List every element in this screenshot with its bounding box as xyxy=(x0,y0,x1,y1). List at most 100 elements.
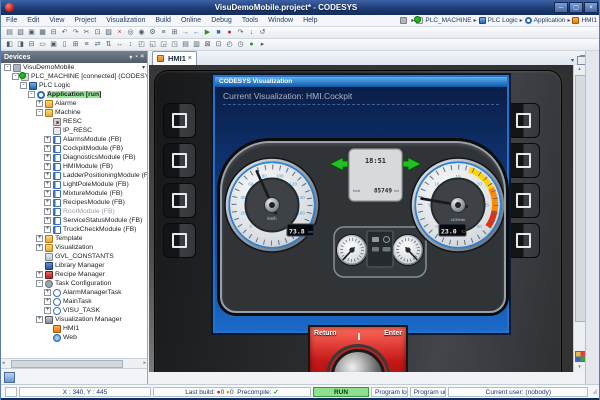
bezel-button-l1[interactable] xyxy=(163,103,196,138)
build-icon[interactable]: ⊞ xyxy=(169,28,180,38)
tree-item[interactable]: + VISU_TASK xyxy=(1,306,147,315)
list-icon[interactable]: ≡ xyxy=(81,40,92,50)
timer2-icon[interactable]: ◷ xyxy=(235,40,246,50)
scroll-right-icon[interactable]: ▸ xyxy=(143,360,146,367)
expander-icon[interactable]: + xyxy=(44,217,51,224)
expander-icon[interactable]: + xyxy=(36,316,43,323)
login-icon[interactable]: → xyxy=(180,28,191,38)
redo-icon[interactable]: ↷ xyxy=(70,28,81,38)
close-all-icon[interactable]: ⊠ xyxy=(202,40,213,50)
menu-item[interactable]: Window xyxy=(263,17,298,24)
expander-icon[interactable]: - xyxy=(12,73,19,80)
cut-icon[interactable]: ✂ xyxy=(81,28,92,38)
tree-item[interactable]: HMI1 xyxy=(1,324,147,333)
tree-item[interactable]: - Task Configuration xyxy=(1,279,147,288)
bezel-button-r3[interactable] xyxy=(507,183,540,218)
align-tl-icon[interactable]: ◰ xyxy=(136,40,147,50)
panel-pin-icon[interactable]: ▪ xyxy=(135,54,137,60)
generate-code-icon[interactable]: ≡ xyxy=(158,28,169,38)
breadcrumb-item[interactable]: PLC Logic xyxy=(472,17,518,24)
pane-icon[interactable]: ▯ xyxy=(59,40,70,50)
fit-view-icon[interactable]: ▣ xyxy=(48,40,59,50)
breadcrumb-item[interactable]: Application xyxy=(518,17,566,24)
enter-button[interactable]: Enter xyxy=(384,330,402,337)
bezel-button-r1[interactable] xyxy=(507,103,540,138)
expander-icon[interactable]: - xyxy=(4,64,11,71)
align-bl-icon[interactable]: ◱ xyxy=(147,40,158,50)
expander-icon[interactable]: + xyxy=(44,199,51,206)
tab-close-icon[interactable]: × xyxy=(188,55,192,62)
tab-hmi1[interactable]: HMI1 × xyxy=(152,51,197,65)
minimize-all-icon[interactable]: ⊟ xyxy=(26,40,37,50)
breadcrumb-item[interactable]: PLC_MACHINE xyxy=(409,17,471,24)
stop-icon[interactable]: ■ xyxy=(213,28,224,38)
scroll-up-icon[interactable]: ▴ xyxy=(574,65,585,74)
tree-item[interactable]: + Alarme xyxy=(1,99,147,108)
grid-icon[interactable]: ⊞ xyxy=(70,40,81,50)
rows-icon[interactable]: ▤ xyxy=(180,40,191,50)
find-icon[interactable]: ◎ xyxy=(125,28,136,38)
next-icon[interactable]: ▸ xyxy=(257,40,268,50)
expander-icon[interactable]: + xyxy=(44,163,51,170)
logout-icon[interactable]: ← xyxy=(191,28,202,38)
expander-icon[interactable]: + xyxy=(44,307,51,314)
project-combo-arrow[interactable]: ▾ xyxy=(142,64,145,71)
undo-icon[interactable]: ↶ xyxy=(59,28,70,38)
compile-icon[interactable]: ⚙ xyxy=(147,28,158,38)
tree-item[interactable]: + RecipesModule (FB) xyxy=(1,198,147,207)
menu-item[interactable]: Edit xyxy=(22,17,44,24)
current-user[interactable]: Current user: (nobody) xyxy=(448,387,588,397)
expander-icon[interactable]: + xyxy=(36,100,43,107)
breadcrumb-item[interactable]: HMI1 xyxy=(565,17,597,24)
cascade-icon[interactable]: ◨ xyxy=(15,40,26,50)
minimize-button[interactable]: ─ xyxy=(554,2,568,13)
panel-close-icon[interactable]: × xyxy=(140,54,144,60)
bezel-button-r2[interactable] xyxy=(507,143,540,178)
bezel-button-r4[interactable] xyxy=(507,223,540,258)
menu-item[interactable]: Tools xyxy=(237,17,263,24)
tree-item[interactable]: RESC xyxy=(1,117,147,126)
new-file-icon[interactable]: ▤ xyxy=(4,28,15,38)
expander-icon[interactable]: - xyxy=(28,91,35,98)
restore-window-icon[interactable]: ◧ xyxy=(4,40,15,50)
expander-icon[interactable]: + xyxy=(44,289,51,296)
replace-icon[interactable]: ◉ xyxy=(136,28,147,38)
tree-item[interactable]: - PLC_MACHINE [connected] (CODESYS C xyxy=(1,72,147,81)
expander-icon[interactable]: + xyxy=(44,181,51,188)
tree-item[interactable]: + MixtureModule (FB) xyxy=(1,189,147,198)
expander-icon[interactable]: + xyxy=(44,208,51,215)
size-v-icon[interactable]: ↕ xyxy=(125,40,136,50)
columns-icon[interactable]: ▥ xyxy=(191,40,202,50)
tree-item[interactable]: + LightPoleModule (FB) xyxy=(1,180,147,189)
tree-item[interactable]: + Recipe Manager xyxy=(1,270,147,279)
devices-view-icon[interactable] xyxy=(4,372,15,383)
expander-icon[interactable]: - xyxy=(20,82,27,89)
maximize-button[interactable]: ▢ xyxy=(569,2,583,13)
tree-item[interactable]: - PLC Logic xyxy=(1,81,147,90)
expander-icon[interactable]: + xyxy=(36,244,43,251)
start-icon[interactable]: ▶ xyxy=(202,28,213,38)
open-file-icon[interactable]: ▧ xyxy=(15,28,26,38)
swap-v-icon[interactable]: ⇅ xyxy=(103,40,114,50)
expander-icon[interactable]: + xyxy=(44,190,51,197)
menu-item[interactable]: Visualization xyxy=(101,17,150,24)
tree-item[interactable]: + TruckCheckModule (FB) xyxy=(1,225,147,234)
tree-item[interactable]: + RootModule (FB) xyxy=(1,207,147,216)
expander-icon[interactable] xyxy=(44,334,51,341)
tree-item[interactable]: + ServiceStatusModule (FB) xyxy=(1,216,147,225)
timer1-icon[interactable]: ◴ xyxy=(224,40,235,50)
return-button[interactable]: Return xyxy=(314,330,337,337)
save-all-icon[interactable]: ▦ xyxy=(37,28,48,38)
tree-item[interactable]: + HMIModule (FB) xyxy=(1,162,147,171)
tree-item[interactable]: + LadderPositioningModule (FB) xyxy=(1,171,147,180)
tree-item[interactable]: + AlarmsModule (FB) xyxy=(1,135,147,144)
expander-icon[interactable]: + xyxy=(36,235,43,242)
expander-icon[interactable]: + xyxy=(44,298,51,305)
tab-list-dropdown-icon[interactable]: ▾ xyxy=(571,57,574,64)
close-button[interactable]: × xyxy=(584,2,598,13)
expander-icon[interactable]: + xyxy=(44,226,51,233)
step-into-icon[interactable]: ↓ xyxy=(246,28,257,38)
tree-item[interactable]: - Application [run] xyxy=(1,90,147,99)
size-h-icon[interactable]: ↔ xyxy=(114,40,125,50)
tree-item[interactable]: GVL_CONSTANTS xyxy=(1,252,147,261)
